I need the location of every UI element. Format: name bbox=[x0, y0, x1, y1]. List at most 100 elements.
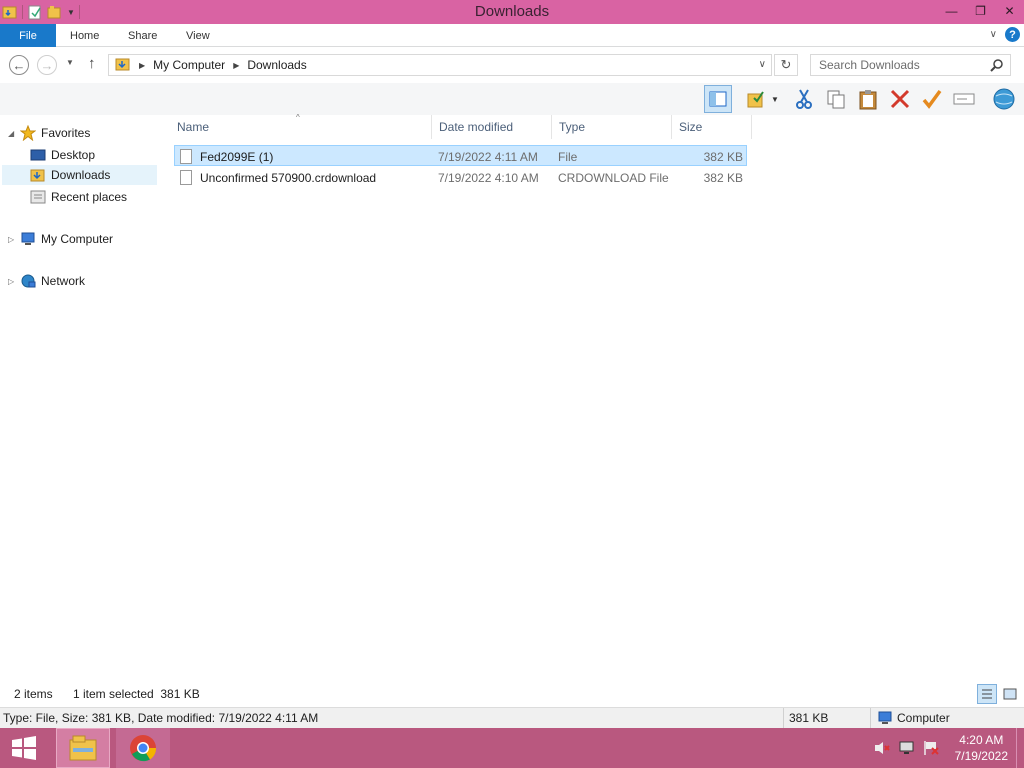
sidebar-item-label: Desktop bbox=[51, 148, 96, 162]
selection-info: 1 item selected 381 KB bbox=[73, 687, 200, 701]
chevron-down-icon[interactable]: ▼ bbox=[768, 85, 782, 113]
sidebar-item-network[interactable]: ▷ Network bbox=[8, 271, 85, 291]
file-date: 7/19/2022 4:10 AM bbox=[438, 170, 539, 185]
search-icon[interactable] bbox=[990, 58, 1004, 75]
file-size: 382 KB bbox=[703, 149, 743, 164]
search-input[interactable]: Search Downloads bbox=[810, 54, 1011, 76]
minimize-button[interactable]: — bbox=[937, 0, 966, 22]
back-button[interactable]: ← bbox=[9, 55, 29, 75]
close-button[interactable]: ✕ bbox=[995, 0, 1024, 22]
large-icons-view-button[interactable] bbox=[1000, 684, 1020, 704]
file-name: Fed2099E (1) bbox=[200, 149, 274, 164]
sidebar-item-recent-places[interactable]: Recent places bbox=[30, 187, 127, 207]
network-icon bbox=[20, 273, 36, 289]
chrome-icon bbox=[130, 735, 157, 762]
file-type: CRDOWNLOAD File bbox=[558, 170, 669, 185]
breadcrumb-my-computer[interactable]: My Computer bbox=[153, 58, 225, 72]
globe-icon[interactable] bbox=[990, 85, 1018, 113]
cut-icon[interactable] bbox=[790, 85, 818, 113]
restore-button[interactable]: ❐ bbox=[966, 0, 995, 22]
column-header-date-modified[interactable]: Date modified bbox=[432, 115, 552, 139]
start-button[interactable] bbox=[0, 728, 48, 768]
chevron-down-icon[interactable]: ∨ bbox=[759, 59, 766, 70]
sidebar-item-label: Network bbox=[41, 274, 86, 288]
sidebar-item-downloads[interactable]: Downloads bbox=[2, 165, 157, 185]
preview-pane-button[interactable] bbox=[704, 85, 732, 113]
refresh-button[interactable]: ↻ bbox=[774, 54, 798, 76]
file-name: Unconfirmed 570900.crdownload bbox=[200, 170, 377, 185]
tab-view[interactable]: View bbox=[172, 24, 224, 47]
chevron-right-icon[interactable]: ▶ bbox=[233, 61, 239, 70]
sidebar-item-label: Recent places bbox=[51, 190, 128, 204]
network-status-icon[interactable] bbox=[898, 740, 916, 759]
file-name-cell[interactable]: Fed2099E (1) bbox=[180, 146, 273, 167]
chrome-taskbar-button[interactable] bbox=[116, 728, 170, 768]
sidebar-item-favorites[interactable]: ◢ Favorites bbox=[8, 123, 90, 143]
sidebar-item-label: Favorites bbox=[41, 126, 91, 140]
title-bar: ▼ Downloads — ❐ ✕ bbox=[0, 0, 1024, 24]
ribbon-tabs: File Home Share View ∨ ? bbox=[0, 24, 1024, 47]
up-arrow-icon[interactable]: ↑ bbox=[88, 55, 96, 72]
status-bar: 2 items 1 item selected 381 KB bbox=[0, 683, 1024, 705]
computer-icon bbox=[20, 231, 36, 247]
window-title: Downloads bbox=[474, 3, 550, 20]
sidebar-item-label: Downloads bbox=[51, 168, 111, 182]
taskbar: 4:20 AM 7/19/2022 bbox=[0, 728, 1024, 768]
checkmark-icon[interactable] bbox=[918, 85, 946, 113]
details-location: Computer bbox=[897, 711, 950, 725]
tab-share[interactable]: Share bbox=[114, 24, 171, 47]
show-desktop-button[interactable] bbox=[1016, 728, 1024, 768]
address-bar[interactable]: ▶ My Computer ▶ Downloads ∨ bbox=[108, 54, 772, 76]
clock-date: 7/19/2022 bbox=[954, 749, 1008, 763]
file-size: 382 KB bbox=[703, 170, 743, 185]
paste-icon[interactable] bbox=[854, 85, 882, 113]
expand-arrow-icon[interactable]: ▷ bbox=[8, 277, 18, 286]
sidebar-item-label: My Computer bbox=[41, 232, 114, 246]
copy-icon[interactable] bbox=[822, 85, 850, 113]
volume-muted-icon[interactable] bbox=[873, 740, 891, 759]
navigation-pane: ◢ Favorites Desktop Downloads Recent pla… bbox=[0, 115, 160, 685]
downloads-folder-icon bbox=[30, 167, 46, 183]
file-name-cell[interactable]: Unconfirmed 570900.crdownload bbox=[180, 167, 376, 188]
column-header-type[interactable]: Type bbox=[552, 115, 672, 139]
computer-icon bbox=[877, 710, 893, 729]
desktop-icon bbox=[30, 147, 46, 163]
file-list: ^ Name Date modified Type Size Fed2099E … bbox=[170, 113, 1024, 685]
table-row[interactable]: Fed2099E (1) 7/19/2022 4:11 AM File 382 … bbox=[174, 145, 747, 166]
file-icon bbox=[180, 149, 192, 164]
tab-home[interactable]: Home bbox=[56, 24, 113, 47]
recent-locations-icon[interactable]: ▼ bbox=[66, 58, 74, 67]
search-placeholder: Search Downloads bbox=[819, 58, 920, 72]
file-type: File bbox=[558, 149, 578, 164]
file-date: 7/19/2022 4:11 AM bbox=[438, 149, 538, 164]
column-header-size[interactable]: Size bbox=[672, 115, 752, 139]
collapse-arrow-icon[interactable]: ◢ bbox=[8, 129, 18, 138]
details-bar: Type: File, Size: 381 KB, Date modified:… bbox=[0, 707, 1024, 728]
details-view-button[interactable] bbox=[977, 684, 997, 704]
tab-file[interactable]: File bbox=[0, 24, 56, 47]
table-row[interactable]: Unconfirmed 570900.crdownload 7/19/2022 … bbox=[174, 167, 747, 188]
breadcrumb-downloads[interactable]: Downloads bbox=[247, 58, 306, 72]
rename-icon[interactable] bbox=[950, 85, 978, 113]
star-icon bbox=[19, 124, 37, 142]
help-icon[interactable]: ? bbox=[1005, 27, 1020, 42]
chevron-right-icon[interactable]: ▶ bbox=[139, 61, 145, 70]
clock-time: 4:20 AM bbox=[959, 733, 1004, 747]
delete-icon[interactable] bbox=[886, 85, 914, 113]
column-header-name[interactable]: Name bbox=[170, 115, 432, 139]
details-size: 381 KB bbox=[789, 711, 829, 725]
forward-button[interactable]: → bbox=[37, 55, 57, 75]
expand-ribbon-icon[interactable]: ∨ bbox=[990, 29, 997, 40]
recent-places-icon bbox=[30, 189, 46, 205]
sidebar-item-my-computer[interactable]: ▷ My Computer bbox=[8, 229, 113, 249]
file-explorer-taskbar-button[interactable] bbox=[56, 728, 110, 768]
sidebar-item-desktop[interactable]: Desktop bbox=[30, 145, 95, 165]
expand-arrow-icon[interactable]: ▷ bbox=[8, 235, 18, 244]
file-icon bbox=[180, 170, 192, 185]
details-info: Type: File, Size: 381 KB, Date modified:… bbox=[3, 711, 319, 725]
system-clock[interactable]: 4:20 AM 7/19/2022 bbox=[955, 732, 1008, 764]
navigation-bar: ← → ▼ ↑ ▶ My Computer ▶ Downloads ∨ ↻ Se… bbox=[0, 48, 1024, 82]
item-count: 2 items bbox=[14, 687, 53, 701]
action-center-flag-icon[interactable] bbox=[922, 740, 940, 759]
select-folder-icon[interactable] bbox=[742, 85, 770, 113]
